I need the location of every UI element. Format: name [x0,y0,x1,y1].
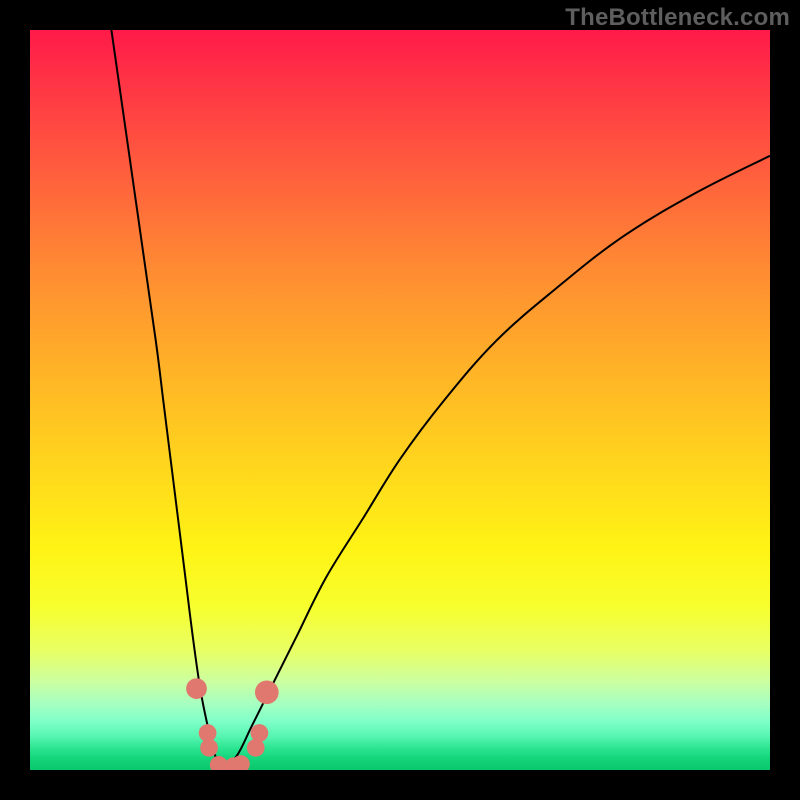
curve-right-branch [222,156,770,770]
data-markers [186,678,279,770]
chart-svg [30,30,770,770]
curve-left-branch [111,30,222,770]
data-point-marker [255,680,279,704]
data-point-marker [186,678,207,699]
data-point-marker [200,739,218,757]
data-point-marker [247,739,265,757]
data-point-marker [251,724,269,742]
bottleneck-chart [30,30,770,770]
watermark-text: TheBottleneck.com [565,4,790,32]
chart-frame: TheBottleneck.com [0,0,800,800]
